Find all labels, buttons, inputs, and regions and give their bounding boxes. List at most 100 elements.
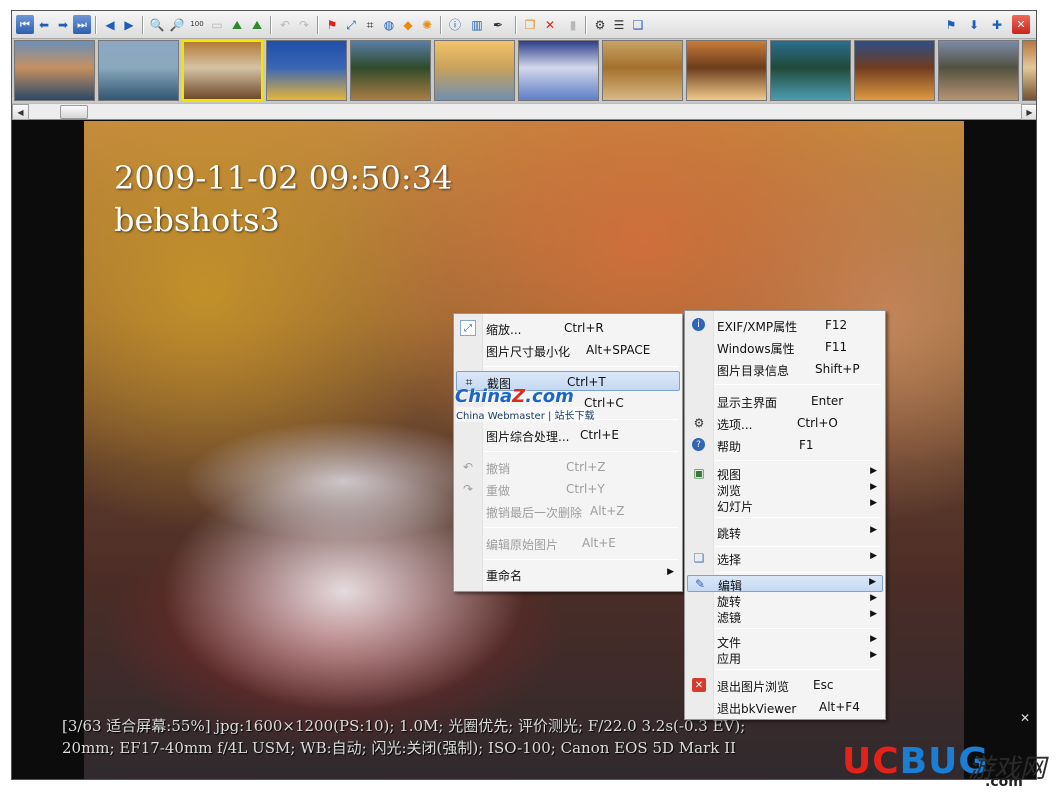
- submenu-arrow-icon: ▶: [870, 525, 877, 535]
- menu-item-edit-original[interactable]: 编辑原始图片 Alt+E: [456, 533, 680, 553]
- toolbar-separator: [95, 16, 96, 34]
- menu-item-process[interactable]: 图片综合处理... Ctrl+E: [456, 425, 680, 445]
- thumbnail[interactable]: [14, 40, 95, 101]
- zoom-in-icon[interactable]: 🔍: [148, 15, 166, 34]
- menu-item-slideshow[interactable]: 幻灯片 ▶: [687, 497, 883, 514]
- undo-icon: ↶: [462, 460, 474, 474]
- menu-item-filter[interactable]: 滤镜 ▶: [687, 608, 883, 625]
- mountain-2-icon[interactable]: ⛰: [248, 15, 266, 34]
- thumbnail[interactable]: [266, 40, 347, 101]
- last-icon[interactable]: ⏭: [73, 15, 91, 34]
- thumbnail[interactable]: [518, 40, 599, 101]
- thumbnail[interactable]: [98, 40, 179, 101]
- menu-item-help[interactable]: ? 帮助 F1: [687, 435, 883, 455]
- submenu-arrow-icon: ▶: [667, 567, 674, 577]
- resize-icon[interactable]: ⤢: [342, 15, 360, 34]
- thumbnail[interactable]: [350, 40, 431, 101]
- menu-item-view[interactable]: ▣ 视图 ▶: [687, 465, 883, 482]
- thumbnail-strip: [12, 39, 1036, 103]
- menu-item-browse[interactable]: 浏览 ▶: [687, 481, 883, 498]
- gear-icon[interactable]: ⚙: [591, 15, 609, 34]
- list-icon[interactable]: ☰: [610, 15, 628, 34]
- menu-item-options[interactable]: ⚙ 选项... Ctrl+O: [687, 413, 883, 433]
- menu-item-show-main[interactable]: 显示主界面 Enter: [687, 391, 883, 411]
- flag-icon[interactable]: ⚑: [323, 15, 341, 34]
- delete-icon[interactable]: ✕: [541, 15, 559, 34]
- trash-icon[interactable]: ▮: [564, 15, 582, 34]
- close-icon[interactable]: ✕: [1012, 15, 1030, 34]
- context-menu: i EXIF/XMP属性 F12 Windows属性 F11 图片目录信息 Sh…: [684, 310, 886, 720]
- menu-item-exif[interactable]: i EXIF/XMP属性 F12: [687, 315, 883, 335]
- menu-item-exit-app[interactable]: 退出bkViewer Alt+F4: [687, 697, 883, 717]
- gear-icon: ⚙: [693, 416, 705, 430]
- menu-item-redo[interactable]: ↷ 重做 Ctrl+Y: [456, 479, 680, 499]
- menu-item-edit[interactable]: ✎ 编辑 ▶: [687, 575, 883, 593]
- menu-separator: [715, 460, 881, 461]
- thumbnail-scrollbar[interactable]: ◀ ▶: [12, 103, 1036, 120]
- menu-item-undo-delete[interactable]: 撤销最后一次删除 Alt+Z: [456, 501, 680, 521]
- menu-item-jump[interactable]: 跳转 ▶: [687, 522, 883, 542]
- dropper-icon[interactable]: ✒: [489, 15, 507, 34]
- thumbnail[interactable]: [602, 40, 683, 101]
- mountain-icon[interactable]: ⛰: [228, 15, 246, 34]
- toolbar-separator: [317, 16, 318, 34]
- prev-icon[interactable]: ⬅: [35, 15, 53, 34]
- histogram-icon[interactable]: ▥: [468, 15, 486, 34]
- photo-info-line-2: 20mm; EF17-40mm f/4L USM; WB:自动; 闪光:关闭(强…: [62, 739, 736, 757]
- thumbnail[interactable]: [434, 40, 515, 101]
- menu-separator: [484, 559, 678, 560]
- china-z-watermark-subtitle: China Webmaster | 站长下载: [456, 407, 595, 422]
- zoom-out-icon[interactable]: 🔎: [168, 15, 186, 34]
- crop-icon[interactable]: ⌗: [361, 15, 379, 34]
- next-icon[interactable]: ➡: [54, 15, 72, 34]
- menu-item-apply[interactable]: 应用 ▶: [687, 649, 883, 666]
- sun-icon[interactable]: ✺: [418, 15, 436, 34]
- info-icon[interactable]: ⓘ: [446, 15, 464, 34]
- photo-name: bebshots3: [114, 201, 280, 239]
- open-icon[interactable]: ❑: [629, 15, 647, 34]
- cube-icon[interactable]: ◆: [399, 15, 417, 34]
- thumbnail[interactable]: [854, 40, 935, 101]
- copy-icon[interactable]: ❐: [521, 15, 539, 34]
- submenu-arrow-icon: ▶: [870, 650, 877, 660]
- menu-item-rotate[interactable]: 旋转 ▶: [687, 592, 883, 609]
- menu-item-undo[interactable]: ↶ 撤销 Ctrl+Z: [456, 457, 680, 477]
- submenu-arrow-icon: ▶: [870, 593, 877, 603]
- actual-size-icon[interactable]: 100: [188, 15, 206, 34]
- menu-separator: [715, 517, 881, 518]
- submenu-arrow-icon: ▶: [870, 482, 877, 492]
- fit-screen-icon[interactable]: ▭: [208, 15, 226, 34]
- globe-icon[interactable]: ◍: [380, 15, 398, 34]
- first-icon[interactable]: ⏮: [16, 15, 34, 34]
- thumbnail[interactable]: [938, 40, 1019, 101]
- scroll-right-icon[interactable]: ▶: [1021, 104, 1036, 120]
- blue-flag-icon[interactable]: ⚑: [942, 15, 960, 34]
- menu-separator: [484, 366, 678, 367]
- menu-item-zoom[interactable]: ⤢ 缩放... Ctrl+R: [456, 318, 680, 338]
- menu-item-minimize-size[interactable]: 图片尺寸最小化 Alt+SPACE: [456, 340, 680, 360]
- forward-icon[interactable]: ▶: [120, 15, 138, 34]
- menu-item-exit-browse[interactable]: ✕ 退出图片浏览 Esc: [687, 675, 883, 695]
- menu-separator: [715, 628, 881, 629]
- menu-item-rename[interactable]: 重命名 ▶: [456, 564, 680, 584]
- china-z-watermark: ChinaZ.com: [455, 386, 574, 407]
- download-icon[interactable]: ⬇: [965, 15, 983, 34]
- redo-icon[interactable]: ↷: [295, 15, 313, 34]
- scroll-left-icon[interactable]: ◀: [12, 104, 29, 120]
- menu-item-dir-info[interactable]: 图片目录信息 Shift+P: [687, 359, 883, 379]
- scroll-thumb[interactable]: [60, 105, 88, 119]
- undo-icon[interactable]: ↶: [276, 15, 294, 34]
- info-close-icon[interactable]: ✕: [1020, 711, 1030, 725]
- thumbnail[interactable]: [182, 40, 263, 101]
- menu-separator: [715, 572, 881, 573]
- ucbug-watermark-com: .com: [985, 774, 1023, 790]
- thumbnail[interactable]: [686, 40, 767, 101]
- thumbnail[interactable]: [770, 40, 851, 101]
- menu-item-file[interactable]: 文件 ▶: [687, 633, 883, 650]
- menu-item-select[interactable]: ❏ 选择 ▶: [687, 548, 883, 568]
- menu-item-windows-props[interactable]: Windows属性 F11: [687, 337, 883, 357]
- back-icon[interactable]: ◀: [101, 15, 119, 34]
- thumbnail[interactable]: [1022, 40, 1036, 101]
- pin-icon[interactable]: ✚: [988, 15, 1006, 34]
- zoom-icon: ⤢: [460, 320, 476, 336]
